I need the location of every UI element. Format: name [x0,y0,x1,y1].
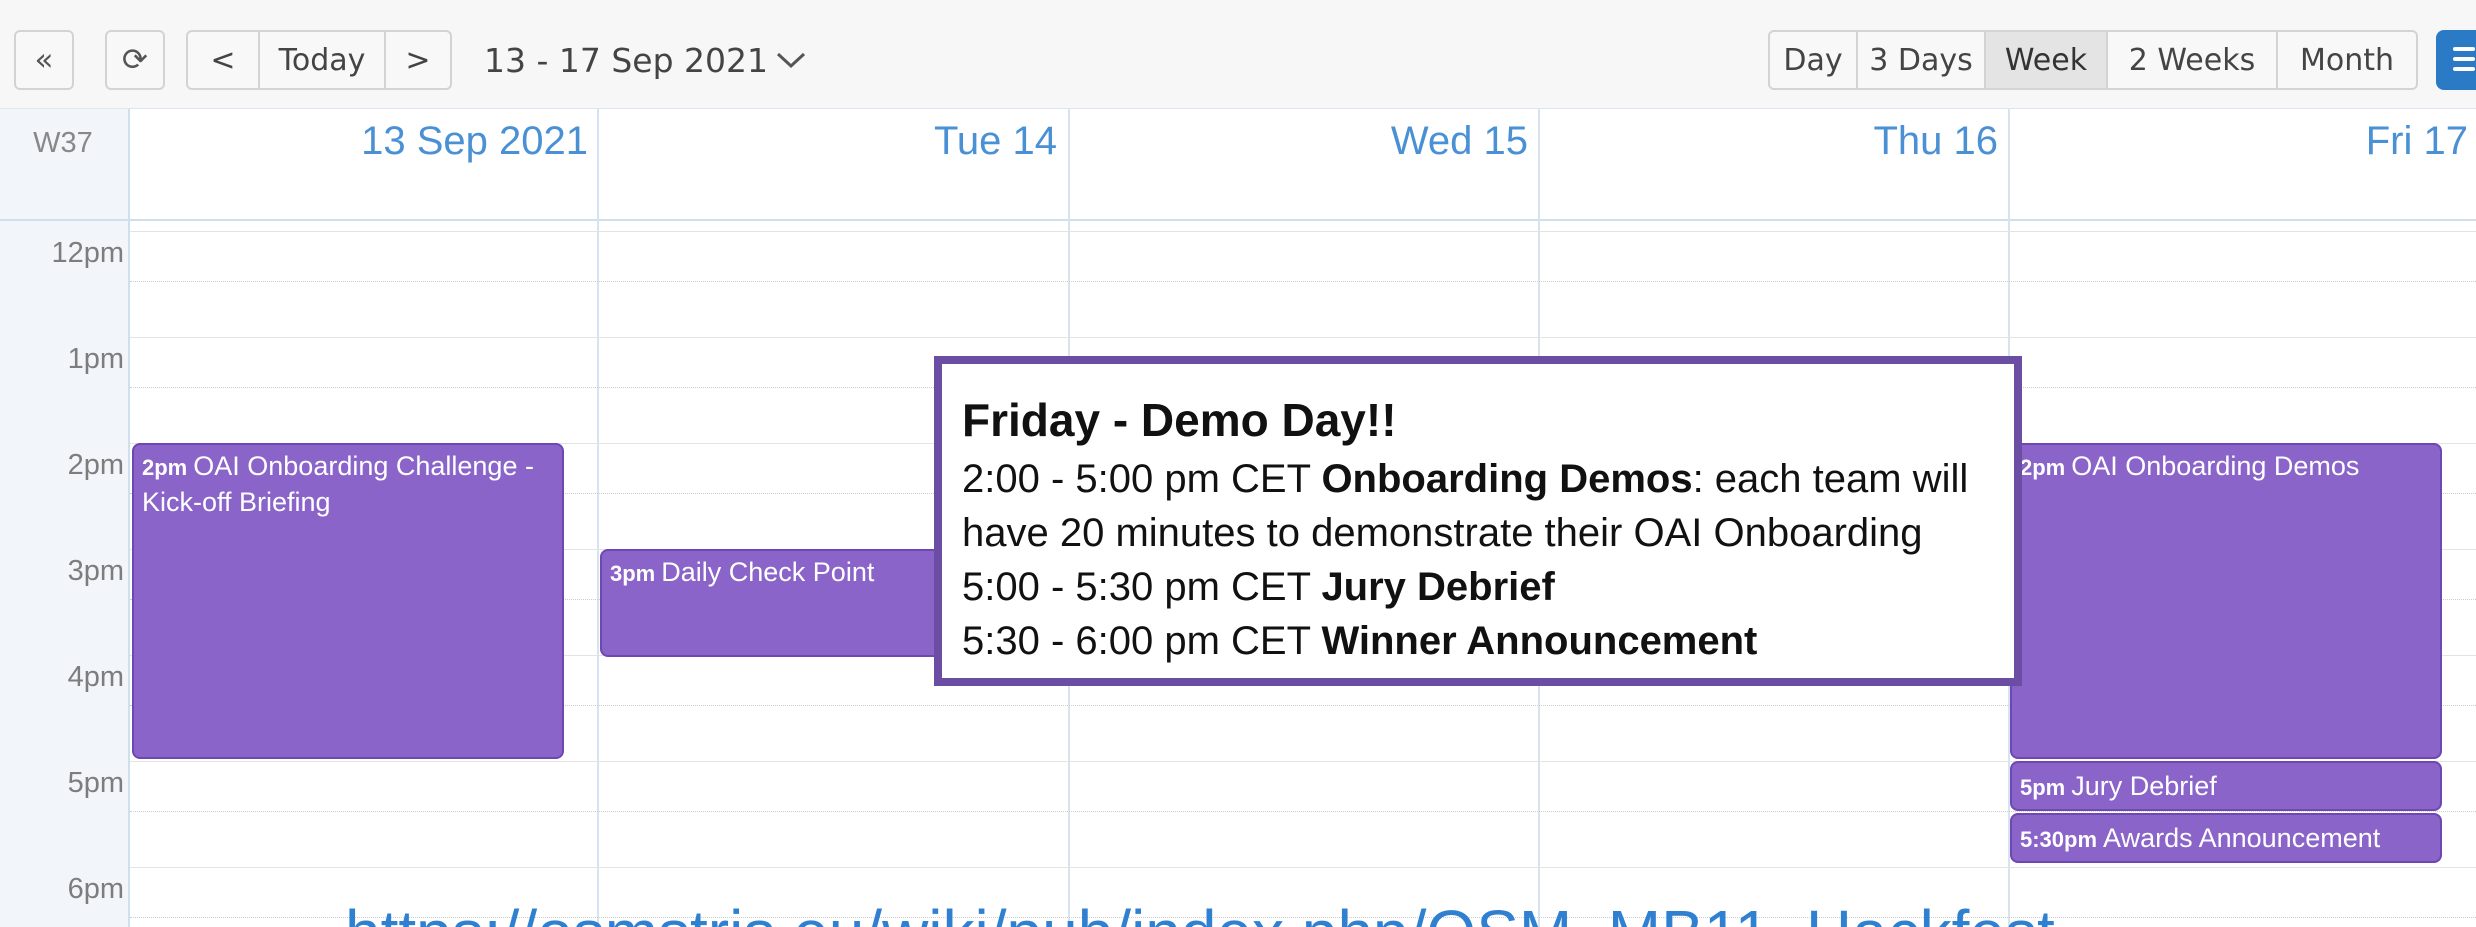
event-jury-debrief[interactable]: 5pm Jury Debrief [2010,761,2442,811]
event-title: Awards Announcement [2103,823,2381,853]
chevron-right-icon: > [405,42,431,78]
event-title: Daily Check Point [661,557,875,587]
day-header-mon[interactable]: 13 Sep 2021 [130,119,588,164]
view-2weeks-button[interactable]: 2 Weeks [2106,30,2276,90]
event-title: OAI Onboarding Challenge - Kick-off Brie… [142,451,534,517]
time-label: 6pm [67,873,124,905]
view-day-label: Day [1783,42,1843,78]
view-3days-label: 3 Days [1869,42,1973,78]
callout-line: 5:00 - 5:30 pm CET Jury Debrief [962,565,1555,609]
demo-day-callout: Friday - Demo Day!! 2:00 - 5:00 pm CET O… [934,356,2022,686]
day-header-tue[interactable]: Tue 14 [599,119,1057,164]
day-header-fri[interactable]: Fri 17 [2010,119,2468,164]
refresh-icon: ⟳ [122,42,148,78]
callout-line: 5:30 - 6:00 pm CET Winner Announcement [962,619,1758,663]
today-button[interactable]: Today [258,30,384,90]
event-onboarding-demos[interactable]: 2pm OAI Onboarding Demos [2010,443,2442,759]
time-label: 4pm [67,661,124,693]
chevron-down-icon [777,52,806,69]
time-label: 2pm [67,449,124,481]
day-header-thu[interactable]: Thu 16 [1540,119,1998,164]
time-gutter [0,109,130,927]
menu-button[interactable] [2436,30,2476,90]
day-header-wed[interactable]: Wed 15 [1070,119,1528,164]
event-time: 5:30pm [2020,827,2098,852]
next-button[interactable]: > [384,30,452,90]
event-time: 2pm [2020,455,2066,480]
event-title: Jury Debrief [2071,771,2217,801]
week-number: W37 [33,127,93,159]
double-chevron-left-icon: « [34,42,54,78]
event-kickoff-briefing[interactable]: 2pm OAI Onboarding Challenge - Kick-off B… [132,443,564,759]
event-awards-announcement[interactable]: 5:30pm Awards Announcement [2010,813,2442,863]
callout-line: 2:00 - 5:00 pm CET Onboarding Demos: eac… [962,457,1969,501]
event-title: OAI Onboarding Demos [2071,451,2360,481]
event-time: 5pm [2020,775,2066,800]
date-range-selector[interactable]: 13 - 17 Sep 2021 [484,30,808,90]
view-month-button[interactable]: Month [2276,30,2418,90]
previous-button[interactable]: < [186,30,258,90]
toolbar: « ⟳ < Today > 13 - 17 Sep 2021 Day 3 Day… [0,0,2476,108]
view-month-label: Month [2299,42,2395,78]
event-time: 2pm [142,455,188,480]
callout-title: Friday - Demo Day!! [962,394,1397,446]
view-day-button[interactable]: Day [1768,30,1856,90]
view-week-button[interactable]: Week [1984,30,2106,90]
refresh-button[interactable]: ⟳ [105,30,165,90]
menu-icon [2453,47,2475,51]
time-label: 5pm [67,767,124,799]
view-2weeks-label: 2 Weeks [2128,42,2256,78]
today-label: Today [278,42,366,78]
callout-line: have 20 minutes to demonstrate their OAI… [962,511,1923,555]
time-label: 1pm [67,343,124,375]
view-3days-button[interactable]: 3 Days [1856,30,1984,90]
event-time: 3pm [610,561,656,586]
calendar-app: « ⟳ < Today > 13 - 17 Sep 2021 Day 3 Day… [0,0,2476,927]
view-week-label: Week [2004,42,2088,78]
time-label: 12pm [51,237,124,269]
first-page-button[interactable]: « [14,30,74,90]
time-label: 3pm [67,555,124,587]
date-range-label: 13 - 17 Sep 2021 [484,40,769,80]
chevron-left-icon: < [210,42,236,78]
wiki-link[interactable]: https://osmstris.eu/wiki/pub/index.php/O… [345,896,2055,927]
